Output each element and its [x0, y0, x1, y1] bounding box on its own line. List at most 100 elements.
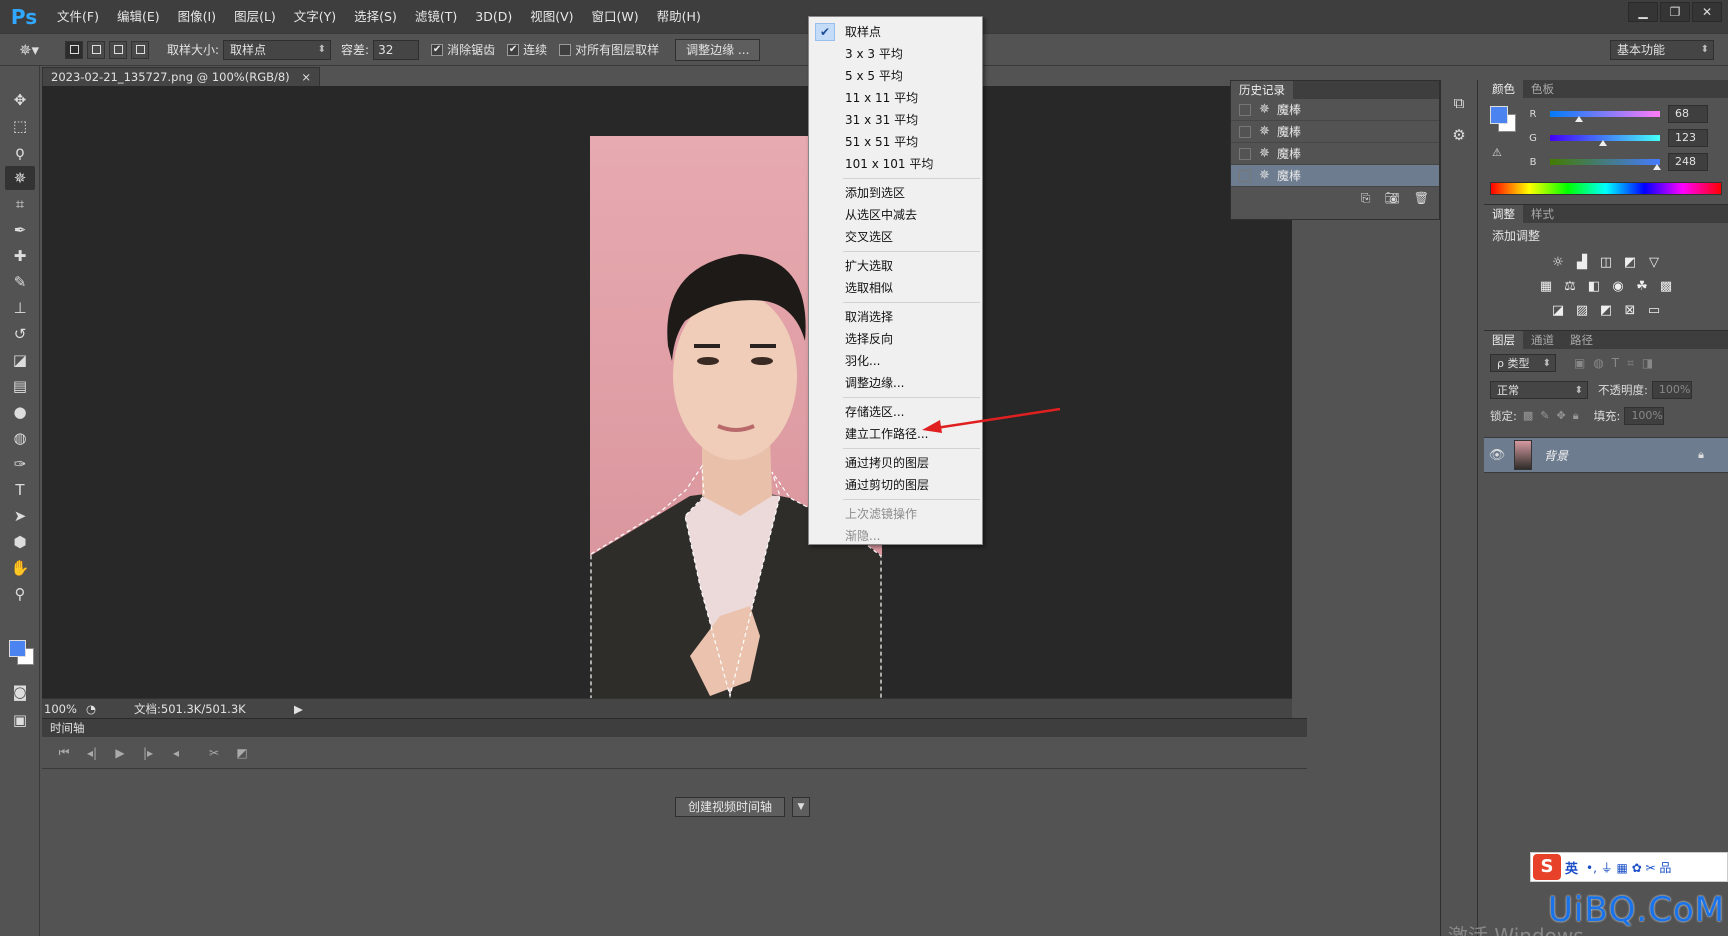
- opacity-input[interactable]: 100%: [1651, 381, 1692, 399]
- create-video-timeline-button[interactable]: 创建视频时间轴: [675, 797, 786, 817]
- context-menu-item[interactable]: 通过剪切的图层: [809, 474, 982, 496]
- green-slider-knob[interactable]: [1599, 140, 1608, 146]
- gradient-map-icon[interactable]: ▭: [1644, 302, 1664, 320]
- tab-channels[interactable]: 通道: [1523, 331, 1562, 349]
- brush-tool-icon[interactable]: ✎: [5, 270, 35, 294]
- context-menu-item[interactable]: 从选区中减去: [809, 204, 982, 226]
- document-tab-close-icon[interactable]: ×: [301, 70, 311, 84]
- context-menu-item[interactable]: 11 x 11 平均: [809, 87, 982, 109]
- new-selection-button[interactable]: [65, 40, 83, 59]
- close-button[interactable]: ✕: [1692, 2, 1722, 22]
- levels-icon[interactable]: ▟: [1572, 254, 1592, 272]
- context-menu-item[interactable]: 51 x 51 平均: [809, 131, 982, 153]
- new-document-icon[interactable]: ⎘: [1361, 191, 1371, 206]
- visibility-eye-icon[interactable]: 👁︎: [1484, 448, 1510, 463]
- status-menu-arrow-icon[interactable]: ▶: [294, 702, 303, 716]
- zoom-level[interactable]: 100%: [42, 702, 86, 716]
- gamut-warning-icon[interactable]: ⚠: [1492, 146, 1502, 159]
- channel-mixer-icon[interactable]: ☘: [1632, 278, 1652, 296]
- black-white-icon[interactable]: ◧: [1584, 278, 1604, 296]
- properties-panel-icon[interactable]: ⚙: [1446, 122, 1472, 148]
- zoom-tool-icon[interactable]: ⚲: [5, 582, 35, 606]
- menu-window[interactable]: 窗口(W): [583, 0, 648, 33]
- menu-image[interactable]: 图像(I): [169, 0, 225, 33]
- lock-icons[interactable]: ▩✎✥🔒︎: [1523, 409, 1586, 423]
- contiguous-toggle[interactable]: ✔ 连续: [507, 41, 547, 58]
- menu-type[interactable]: 文字(Y): [285, 0, 345, 33]
- prev-frame-icon[interactable]: ◂|: [78, 746, 106, 760]
- menu-file[interactable]: 文件(F): [48, 0, 108, 33]
- green-slider[interactable]: [1550, 135, 1660, 146]
- first-frame-icon[interactable]: ⏮: [50, 745, 78, 760]
- hue-saturation-icon[interactable]: ▦: [1536, 278, 1556, 296]
- tab-color[interactable]: 颜色: [1484, 80, 1523, 98]
- document-tab[interactable]: 2023-02-21_135727.png @ 100%(RGB/8) ×: [42, 67, 320, 86]
- history-snapshot-box[interactable]: [1239, 169, 1251, 182]
- menu-filter[interactable]: 滤镜(T): [406, 0, 466, 33]
- workspace-select[interactable]: 基本功能: [1610, 40, 1714, 60]
- lasso-tool-icon[interactable]: ϙ: [5, 140, 35, 164]
- history-row[interactable]: ✵ 魔棒: [1231, 121, 1439, 143]
- menu-help[interactable]: 帮助(H): [648, 0, 710, 33]
- posterize-icon[interactable]: ▨: [1572, 302, 1592, 320]
- layer-row-background[interactable]: 👁︎ 背景 🔒︎: [1484, 437, 1728, 473]
- threshold-icon[interactable]: ◩: [1596, 302, 1616, 320]
- all-layers-toggle[interactable]: 对所有图层取样: [559, 41, 659, 58]
- all-layers-checkbox[interactable]: [559, 43, 572, 56]
- blue-value-input[interactable]: 248: [1668, 153, 1708, 171]
- history-snapshot-box[interactable]: [1239, 103, 1251, 116]
- history-snapshot-box[interactable]: [1239, 125, 1251, 138]
- context-menu-item[interactable]: 5 x 5 平均: [809, 65, 982, 87]
- history-panel-icon[interactable]: ⧉: [1446, 90, 1472, 116]
- gradient-tool-icon[interactable]: ▤: [5, 374, 35, 398]
- menu-layer[interactable]: 图层(L): [225, 0, 285, 33]
- invert-icon[interactable]: ◪: [1548, 302, 1568, 320]
- ime-language[interactable]: 英: [1565, 858, 1578, 877]
- brightness-icon[interactable]: ☼: [1548, 254, 1568, 272]
- subtract-selection-button[interactable]: [109, 40, 127, 59]
- move-tool-icon[interactable]: ✥: [5, 88, 35, 112]
- contiguous-checkbox[interactable]: ✔: [507, 43, 520, 56]
- magic-wand-tool-icon[interactable]: ✵: [5, 166, 35, 190]
- context-menu-item[interactable]: 3 x 3 平均: [809, 43, 982, 65]
- context-menu-item[interactable]: 31 x 31 平均: [809, 109, 982, 131]
- stamp-tool-icon[interactable]: ⊥: [5, 296, 35, 320]
- context-menu-item[interactable]: 羽化...: [809, 350, 982, 372]
- context-menu-item[interactable]: 101 x 101 平均: [809, 153, 982, 175]
- split-icon[interactable]: ✂: [200, 746, 228, 760]
- vibrance-icon[interactable]: ▽: [1644, 254, 1664, 272]
- audio-icon[interactable]: ◂: [162, 746, 190, 760]
- tab-styles[interactable]: 样式: [1523, 205, 1562, 223]
- minimize-button[interactable]: ▁: [1628, 2, 1658, 22]
- history-row[interactable]: ✵ 魔棒: [1231, 143, 1439, 165]
- photo-filter-icon[interactable]: ◉: [1608, 278, 1628, 296]
- blend-mode-select[interactable]: 正常: [1490, 381, 1588, 400]
- history-snapshot-box[interactable]: [1239, 147, 1251, 160]
- menu-view[interactable]: 视图(V): [521, 0, 582, 33]
- intersect-selection-button[interactable]: [131, 40, 149, 59]
- context-menu-item[interactable]: 选取相似: [809, 277, 982, 299]
- timeline-mode-dropdown-icon[interactable]: ▼: [792, 797, 810, 817]
- healing-brush-tool-icon[interactable]: ✚: [5, 244, 35, 268]
- curves-icon[interactable]: ◫: [1596, 254, 1616, 272]
- selective-color-icon[interactable]: ⊠: [1620, 302, 1640, 320]
- menu-3d[interactable]: 3D(D): [466, 0, 521, 33]
- hand-tool-icon[interactable]: ✋: [5, 556, 35, 580]
- antialias-toggle[interactable]: ✔ 消除锯齿: [431, 41, 495, 58]
- dodge-tool-icon[interactable]: ◍: [5, 426, 35, 450]
- context-menu-item[interactable]: 选择反向: [809, 328, 982, 350]
- foreground-color-swatch[interactable]: [9, 640, 26, 657]
- context-menu-item[interactable]: 添加到选区: [809, 182, 982, 204]
- type-tool-icon[interactable]: T: [5, 478, 35, 502]
- sample-size-select[interactable]: 取样点: [223, 39, 332, 60]
- context-menu-item[interactable]: 取消选择: [809, 306, 982, 328]
- layer-filter-select[interactable]: ρ 类型: [1490, 354, 1556, 373]
- color-panel-foreground[interactable]: [1490, 106, 1508, 124]
- tab-layers[interactable]: 图层: [1484, 331, 1523, 349]
- color-spectrum-bar[interactable]: [1490, 182, 1722, 195]
- screen-mode-icon[interactable]: ▣: [5, 708, 35, 732]
- color-balance-icon[interactable]: ⚖: [1560, 278, 1580, 296]
- crop-tool-icon[interactable]: ⌗: [5, 192, 35, 216]
- context-menu-item[interactable]: 调整边缘...: [809, 372, 982, 394]
- tab-paths[interactable]: 路径: [1562, 331, 1601, 349]
